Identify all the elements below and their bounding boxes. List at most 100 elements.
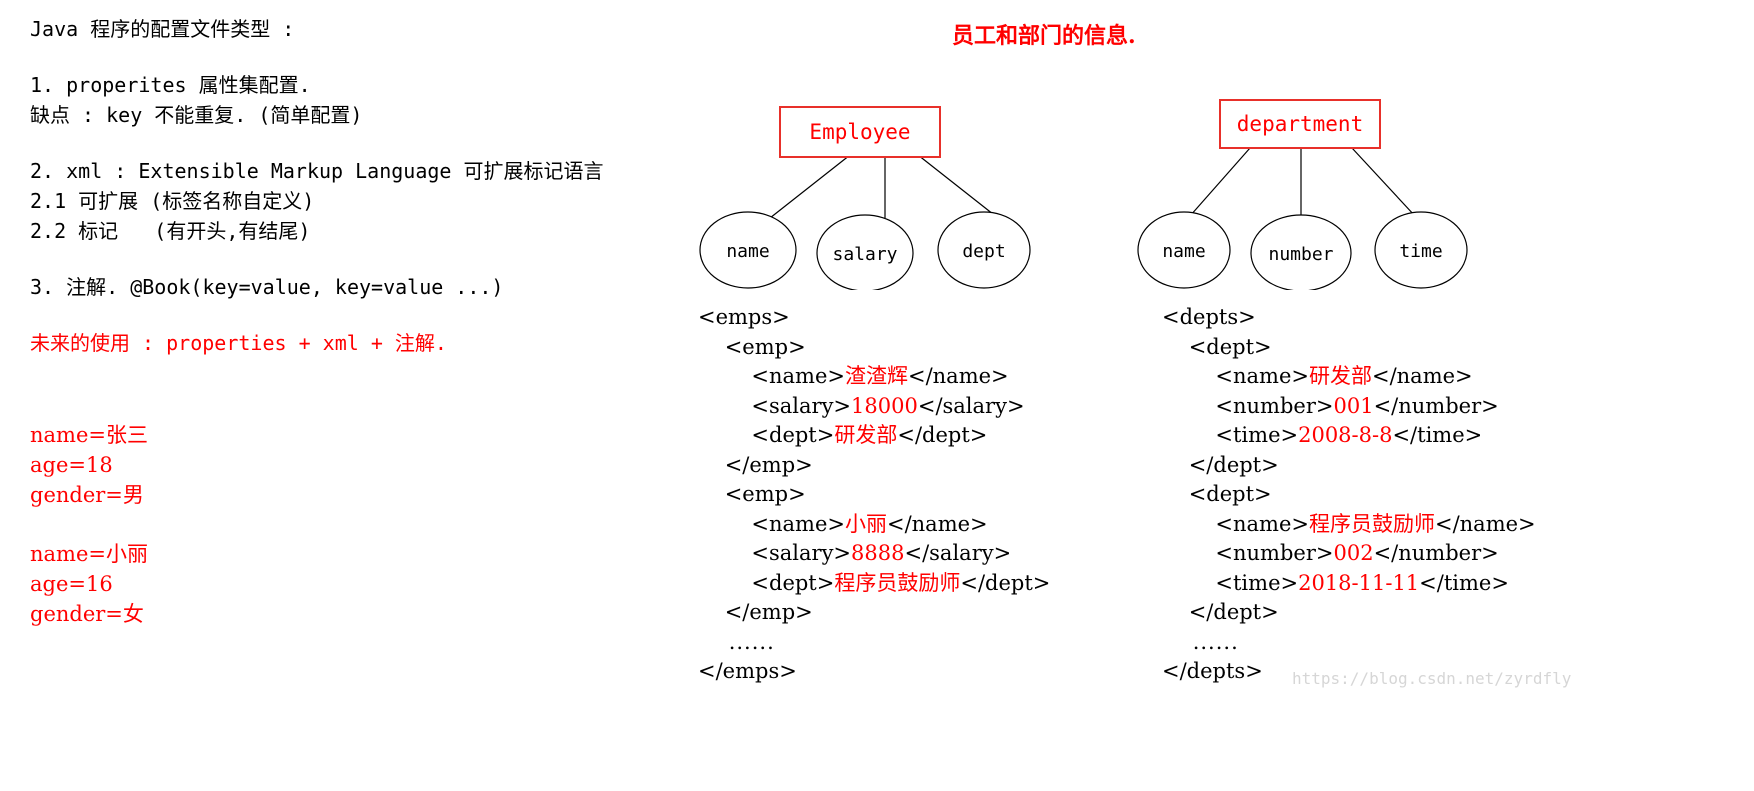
xml-close-tag: </name> — [1434, 511, 1536, 536]
xml-value: 程序员鼓励师 — [834, 570, 961, 595]
xml-line: <time>2018-11-11</time> — [1162, 569, 1536, 599]
xml-open-tag: <number> — [1162, 393, 1334, 418]
xml-open-tag: <dept> — [698, 570, 835, 595]
xml-open-tag: <name> — [698, 364, 845, 388]
note-line-1: 1. properites 属性集配置. — [30, 73, 311, 97]
prop-line-gender: gender=男 — [30, 483, 144, 507]
prop-line-name: name=张三 — [30, 423, 148, 447]
xml-close-tag: </name> — [886, 511, 988, 536]
xml-open-tag: <time> — [1162, 423, 1299, 447]
page-canvas: Java 程序的配置文件类型 : 1. properites 属性集配置. 缺点… — [0, 0, 1754, 791]
xml-open-tag: <salary> — [698, 393, 852, 418]
xml-close-tag: </name> — [907, 364, 1009, 388]
xml-line: <number>001</number> — [1162, 392, 1536, 422]
xml-value: 程序员鼓励师 — [1308, 511, 1435, 536]
xml-ellipsis: ...... — [1162, 629, 1239, 654]
entity-box-department-label: department — [1237, 112, 1363, 136]
xml-close-tag: </name> — [1371, 364, 1473, 388]
xml-line: <number>002</number> — [1162, 539, 1536, 569]
xml-line: <name>程序员鼓励师</name> — [1162, 510, 1536, 540]
prop-line-age: age=16 — [30, 572, 113, 596]
watermark: https://blog.csdn.net/zyrdfly — [1292, 669, 1572, 688]
entity-diagrams: Employee name salary dept department nam… — [699, 99, 1468, 290]
properties-sample-person2: name=小丽 age=16 gender=女 — [30, 539, 670, 629]
xml-line: <name>渣渣辉</name> — [698, 362, 1050, 392]
xml-sample-depts: <depts> <dept> <name>研发部</name> <number>… — [1162, 303, 1536, 687]
xml-close-tag: </number> — [1373, 541, 1499, 565]
xml-line: <emp> — [698, 482, 806, 506]
entity-box-employee-label: Employee — [809, 120, 910, 144]
xml-line: <dept>研发部</dept> — [698, 421, 1050, 451]
prop-line-gender: gender=女 — [30, 602, 144, 626]
xml-line: <time>2008-8-8</time> — [1162, 421, 1536, 451]
xml-line: </emp> — [698, 452, 813, 477]
xml-line: <dept>程序员鼓励师</dept> — [698, 569, 1050, 599]
xml-line: </dept> — [1162, 600, 1279, 624]
xml-line: <depts> — [1162, 305, 1256, 329]
xml-line: <emp> — [698, 334, 806, 359]
attribute-label-name: name — [726, 241, 769, 262]
xml-line: <dept> — [1162, 482, 1272, 506]
xml-line: <name>研发部</name> — [1162, 362, 1536, 392]
prop-line-name: name=小丽 — [30, 542, 148, 566]
attribute-label-name: name — [1162, 241, 1205, 262]
entity-employee: Employee name salary dept — [699, 106, 1031, 290]
attribute-label-number: number — [1268, 244, 1333, 265]
attribute-label-dept: dept — [962, 241, 1005, 262]
xml-close-tag: </dept> — [960, 570, 1051, 595]
xml-close-tag: </time> — [1419, 570, 1509, 595]
xml-open-tag: <name> — [1162, 511, 1309, 536]
xml-open-tag: <name> — [1162, 364, 1309, 388]
xml-value: 002 — [1333, 541, 1374, 565]
xml-value: 001 — [1333, 393, 1374, 418]
xml-value: 18000 — [851, 393, 918, 418]
xml-ellipsis: ...... — [698, 629, 775, 654]
xml-value: 小丽 — [844, 511, 887, 536]
xml-open-tag: <dept> — [698, 423, 835, 447]
xml-close-tag: </time> — [1392, 423, 1483, 447]
note-line-6: 3. 注解. @Book(key=value, key=value ...) — [30, 275, 504, 299]
note-line-2: 缺点 : key 不能重复. (简单配置) — [30, 103, 363, 127]
properties-sample-person1: name=张三 age=18 gender=男 — [30, 420, 670, 510]
xml-sample-emps: <emps> <emp> <name>渣渣辉</name> <salary>18… — [698, 303, 1050, 687]
xml-line: </dept> — [1162, 452, 1279, 477]
xml-line: <dept> — [1162, 334, 1272, 359]
note-line-4: 2.1 可扩展 (标签名称自定义) — [30, 189, 315, 213]
xml-line: <name>小丽</name> — [698, 510, 1050, 540]
attribute-label-salary: salary — [832, 244, 897, 265]
note-line-3: 2. xml : Extensible Markup Language 可扩展标… — [30, 159, 604, 183]
xml-line: <emps> — [698, 305, 790, 329]
edge-department-time — [1351, 147, 1416, 217]
xml-close-tag: </dept> — [897, 423, 988, 447]
xml-close-tag: </salary> — [917, 393, 1025, 418]
xml-open-tag: <name> — [698, 511, 845, 536]
xml-value: 渣渣辉 — [844, 364, 908, 388]
xml-value: 研发部 — [1308, 364, 1372, 388]
xml-value: 2018-11-11 — [1298, 570, 1420, 595]
entity-department: department name number time — [1137, 99, 1468, 290]
xml-value: 8888 — [851, 541, 905, 565]
edge-department-name — [1189, 147, 1251, 217]
note-line-7-future-usage: 未来的使用 : properties + xml + 注解. — [30, 331, 447, 355]
xml-value: 研发部 — [834, 423, 898, 447]
prop-line-age: age=18 — [30, 453, 113, 477]
left-notes-column: Java 程序的配置文件类型 : 1. properites 属性集配置. 缺点… — [30, 14, 670, 629]
xml-open-tag: <number> — [1162, 541, 1334, 565]
xml-close-tag: </salary> — [904, 541, 1012, 565]
xml-open-tag: <salary> — [698, 541, 852, 565]
xml-line: </emp> — [698, 600, 813, 624]
xml-line: </emps> — [698, 659, 797, 683]
attribute-label-time: time — [1399, 241, 1442, 262]
note-line-5: 2.2 标记 (有开头,有结尾) — [30, 219, 311, 243]
xml-close-tag: </number> — [1373, 393, 1499, 418]
xml-open-tag: <time> — [1162, 570, 1299, 595]
xml-line: <salary>8888</salary> — [698, 539, 1050, 569]
edge-employee-dept — [917, 154, 999, 219]
notes-heading: Java 程序的配置文件类型 : — [30, 17, 295, 41]
